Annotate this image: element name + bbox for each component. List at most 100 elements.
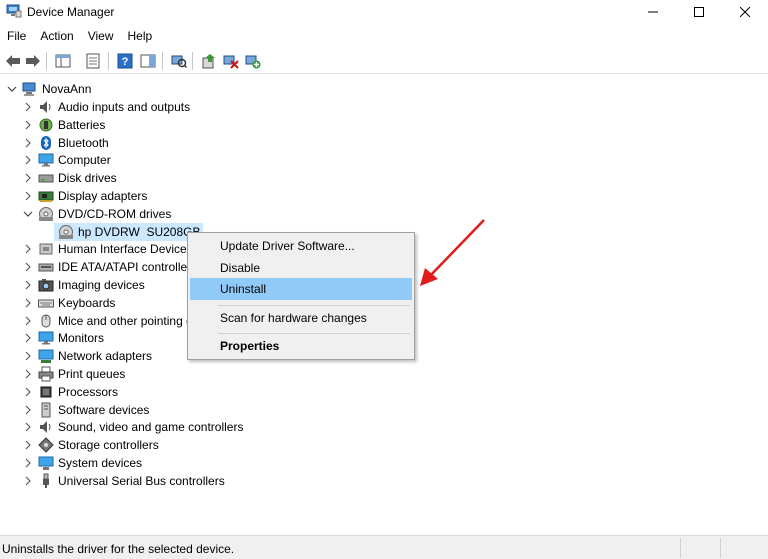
properties-button[interactable] [84,52,102,70]
chevron-right-icon[interactable] [22,368,34,380]
chevron-right-icon[interactable] [22,297,34,309]
bluetooth-icon [38,135,54,151]
chevron-right-icon[interactable] [22,457,34,469]
menu-help[interactable]: Help [121,26,160,46]
tree-category-monitor[interactable]: Computer [22,151,111,169]
chevron-right-icon[interactable] [22,404,34,416]
tree-category-disk-drive[interactable]: Disk drives [22,169,117,187]
chevron-right-icon[interactable] [22,172,34,184]
tree-category-label: Audio inputs and outputs [58,100,191,114]
tree-category-network[interactable]: Network adapters [22,347,152,365]
tree-category-ide-controller[interactable]: IDE ATA/ATAPI controllers [22,258,197,276]
tree-category-speaker[interactable]: Sound, video and game controllers [22,418,243,436]
chevron-right-icon[interactable] [22,261,34,273]
tree-category-label: DVD/CD-ROM drives [58,206,172,221]
help-button[interactable]: ? [116,52,134,70]
chevron-right-icon[interactable] [22,190,34,202]
mouse-icon [38,313,54,329]
uninstall-device-icon [223,55,239,69]
tree-category-battery[interactable]: Batteries [22,116,105,134]
show-hide-console-tree-button[interactable] [54,52,72,70]
maximize-button[interactable] [676,0,722,24]
tree-category-processor[interactable]: Processors [22,383,118,401]
add-legacy-hardware-button[interactable] [244,52,262,70]
context-item-label: Uninstall [220,282,267,296]
chevron-right-icon[interactable] [22,421,34,433]
chevron-right-icon[interactable] [22,315,34,327]
menu-view[interactable]: View [81,26,121,46]
tree-category-label: Software devices [58,402,150,417]
context-scan-hardware-changes[interactable]: Scan for hardware changes [190,307,412,329]
minimize-button[interactable] [630,0,676,24]
tree-category-software-device[interactable]: Software devices [22,401,149,419]
menu-action[interactable]: Action [33,26,80,46]
tree-category-label: IDE ATA/ATAPI controllers [58,260,198,275]
chevron-right-icon[interactable] [22,137,34,149]
storage-controller-icon [38,437,54,453]
speaker-icon [38,99,54,115]
display-adapter-icon [38,188,54,204]
close-button[interactable] [722,0,768,24]
disk-drive-icon [38,170,54,186]
toolbar: ? [0,48,768,74]
tree-category-speaker[interactable]: Audio inputs and outputs [22,98,190,116]
tree-category-hid[interactable]: Human Interface Devices [22,240,193,258]
chevron-down-icon[interactable] [22,208,34,220]
chevron-right-icon[interactable] [22,154,34,166]
chevron-right-icon[interactable] [22,475,34,487]
scan-hardware-button[interactable] [170,52,188,70]
context-uninstall[interactable]: Uninstall [190,278,412,300]
back-arrow-icon [6,55,20,67]
tree-category-label: Display adapters [58,189,148,203]
battery-icon [38,117,54,133]
chevron-right-icon[interactable] [22,332,34,344]
action-pane-button[interactable] [139,52,157,70]
tree-category-usb[interactable]: Universal Serial Bus controllers [22,472,225,490]
status-pane-divider [680,538,681,558]
tree-category-display-adapter[interactable]: Display adapters [22,187,147,205]
update-driver-button[interactable] [200,52,218,70]
chevron-right-icon[interactable] [22,243,34,255]
chevron-right-icon[interactable] [22,386,34,398]
forward-arrow-icon [26,55,40,67]
printer-icon [38,366,54,382]
chevron-right-icon[interactable] [22,101,34,113]
tree-device-hp-dvdrw[interactable]: hp DVDRW SU208GB [54,222,203,241]
chevron-right-icon[interactable] [22,119,34,131]
context-item-label: Update Driver Software... [220,239,355,253]
keyboard-icon [38,295,54,311]
tree-category-dvd[interactable]: DVD/CD-ROM drives [22,205,171,223]
tree-category-printer[interactable]: Print queues [22,365,125,383]
uninstall-device-button[interactable] [222,52,240,70]
network-icon [38,348,54,364]
chevron-right-icon[interactable] [22,279,34,291]
tree-root-novaann[interactable]: NovaAnn [6,80,91,98]
tree-category-system-device[interactable]: System devices [22,454,142,472]
chevron-right-icon[interactable] [22,439,34,451]
tree-category-label: Keyboards [58,295,116,310]
tree-category-monitor[interactable]: Monitors [22,329,104,347]
title-bar: Device Manager [0,0,768,24]
toolbar-separator [162,52,163,70]
speaker-icon [38,419,54,435]
camera-icon [38,277,54,293]
status-pane-divider [720,538,721,558]
tree-category-camera[interactable]: Imaging devices [22,276,145,294]
back-button[interactable] [4,52,22,70]
tree-category-label: Sound, video and game controllers [58,420,244,435]
menu-file[interactable]: File [0,26,33,46]
tree-category-bluetooth[interactable]: Bluetooth [22,134,109,152]
tree-category-storage-controller[interactable]: Storage controllers [22,436,159,454]
context-properties[interactable]: Properties [190,335,412,357]
chevron-down-icon[interactable] [6,83,18,95]
window-title: Device Manager [27,5,115,19]
forward-button[interactable] [24,52,42,70]
show-hide-console-tree-icon [55,54,71,68]
chevron-right-icon[interactable] [22,350,34,362]
help-icon: ? [117,53,133,69]
context-disable[interactable]: Disable [190,257,412,279]
tree-category-keyboard[interactable]: Keyboards [22,294,115,312]
context-update-driver-software[interactable]: Update Driver Software... [190,235,412,257]
minimize-icon [648,11,658,13]
tree-category-label: Storage controllers [58,438,159,453]
